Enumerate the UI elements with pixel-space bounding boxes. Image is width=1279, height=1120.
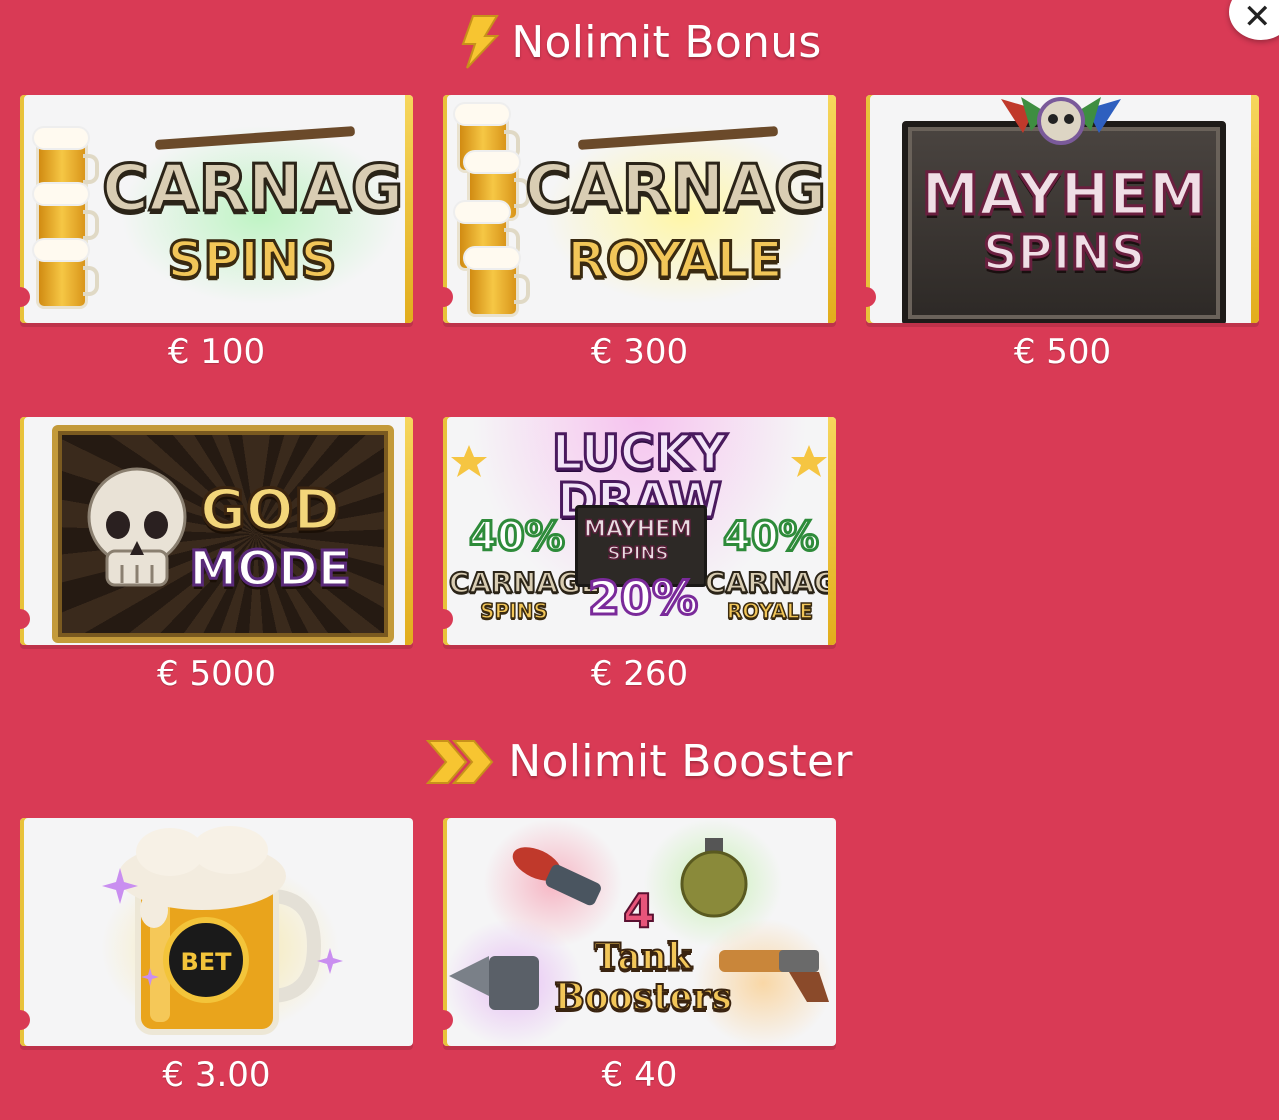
beer-mug-icon — [34, 240, 99, 309]
skull-crest-icon — [1001, 97, 1121, 145]
price-label: € 300 — [590, 332, 689, 372]
bonus-section-title: Nolimit Bonus — [511, 16, 822, 68]
royale-subtitle-text: ROYALE — [566, 231, 784, 289]
price-label: € 5000 — [157, 654, 276, 694]
boosters-text: Boosters — [553, 975, 733, 1019]
bonus-card-lucky-draw[interactable]: LUCKY DRAW 40% CARNAGE SPINS MAYHEM SPIN… — [443, 417, 836, 645]
carnage-logo-text: CARNAGE — [524, 152, 837, 226]
carnage-logo-text: CARNAGE — [101, 152, 414, 226]
price-label: € 260 — [590, 654, 689, 694]
bonus-section-header: Nolimit Bonus — [0, 14, 1279, 70]
price-label: € 100 — [167, 332, 266, 372]
drill-icon — [449, 956, 539, 1010]
mayhem-logo-text: MAYHEM — [920, 160, 1208, 228]
booster-count: 4 — [622, 884, 656, 938]
mayhem-subtitle-text: SPINS — [981, 225, 1146, 281]
price-label: € 40 — [601, 1055, 678, 1095]
rocket-icon — [512, 847, 601, 906]
odds-sublabel: ROYALE — [726, 599, 814, 623]
double-chevron-icon — [426, 739, 494, 784]
beer-mug-icon — [465, 248, 530, 317]
odds-percent: 20% — [586, 571, 699, 625]
ticket-background: 4 Tank Boosters — [443, 818, 836, 1046]
odds-percent: 40% — [722, 514, 821, 560]
ticket-background: LUCKY DRAW 40% CARNAGE SPINS MAYHEM SPIN… — [443, 417, 836, 645]
bonus-card-mayhem-spins[interactable]: MAYHEM SPINS — [866, 95, 1259, 323]
mode-text: MODE — [188, 541, 352, 597]
odds-sublabel: SPINS — [479, 599, 548, 623]
carnage-subtitle-text: SPINS — [166, 231, 338, 289]
bonus-card-god-mode[interactable]: GOD MODE — [20, 417, 413, 645]
booster-card-xbet-beer[interactable]: BET — [20, 818, 413, 1046]
booster-section-header: Nolimit Booster — [0, 736, 1279, 787]
ticket-background: CARNAGE ROYALE — [443, 95, 836, 323]
odds-label: MAYHEM — [583, 517, 693, 542]
bonus-card-carnage-royale[interactable]: CARNAGE ROYALE — [443, 95, 836, 323]
grenade-icon — [680, 838, 748, 918]
odds-label: CARNAGE — [448, 566, 601, 599]
ticket-background: CARNAGE SPINS — [20, 95, 413, 323]
lightning-bolt-icon — [461, 15, 500, 69]
sparkle-icon — [102, 868, 343, 986]
odds-label: CARNAGE — [704, 566, 836, 599]
price-label: € 500 — [1013, 332, 1112, 372]
bonus-card-carnage-spins[interactable]: CARNAGE SPINS — [20, 95, 413, 323]
ticket-background: BET — [20, 818, 413, 1046]
ticket-background: GOD MODE — [20, 417, 413, 645]
tank-text: Tank — [593, 935, 693, 979]
god-text: GOD — [198, 478, 341, 543]
odds-sublabel: SPINS — [607, 543, 669, 564]
price-label: € 3.00 — [162, 1055, 271, 1095]
booster-card-tank-boosters[interactable]: 4 Tank Boosters — [443, 818, 836, 1046]
odds-percent: 40% — [468, 514, 567, 560]
ticket-background: MAYHEM SPINS — [866, 95, 1259, 323]
booster-section-title: Nolimit Booster — [508, 736, 853, 787]
